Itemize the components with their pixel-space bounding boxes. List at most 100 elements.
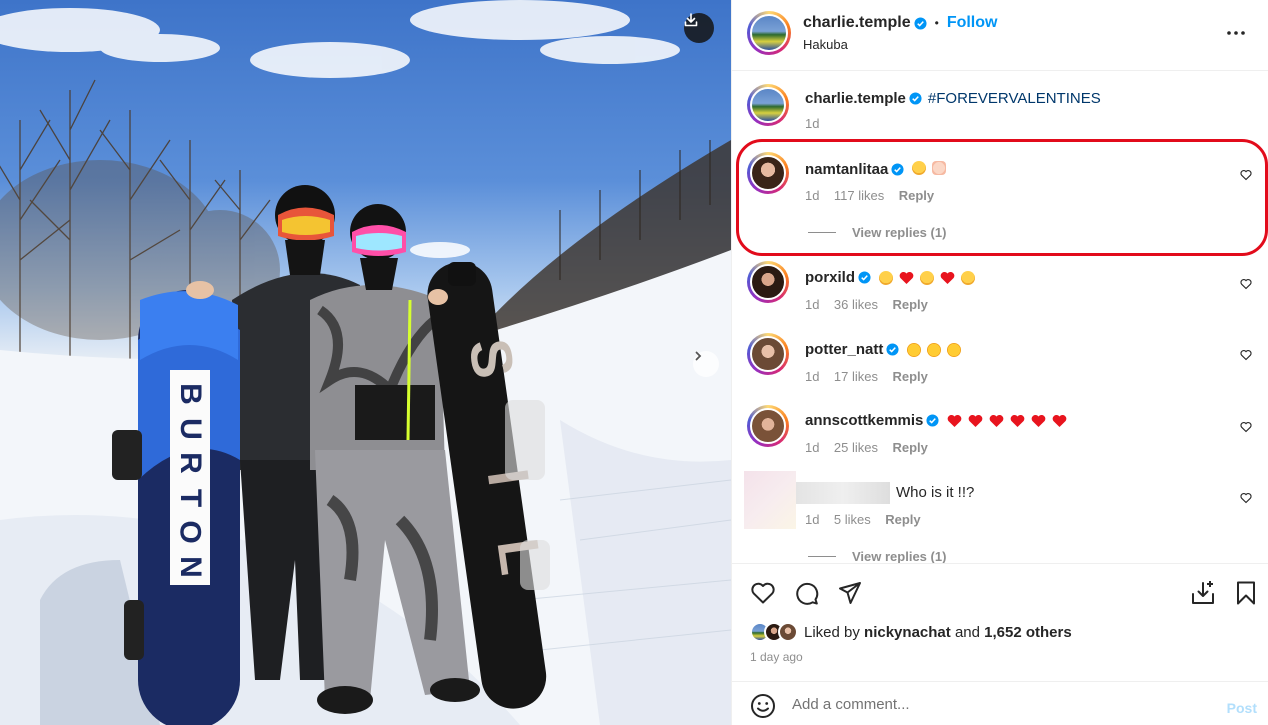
caption-time: 1d [805, 116, 820, 131]
post-comment-button[interactable]: Post [1227, 700, 1257, 716]
post-time-ago: 1 day ago [750, 650, 803, 664]
board-letter: N [173, 556, 207, 578]
chevron-right-icon [695, 351, 702, 361]
verified-badge-icon [926, 414, 939, 427]
comment-time: 1d [805, 369, 820, 384]
caption-author-avatar[interactable] [747, 84, 789, 126]
heart-eyes-emoji [927, 342, 942, 357]
face-emoji [912, 161, 927, 175]
comment-emojis [879, 270, 981, 285]
add-comment-bar: Post [732, 681, 1268, 725]
heart-emoji [899, 271, 914, 284]
snow-scene-image: S I L [0, 0, 731, 725]
face-emoji [920, 270, 935, 285]
comment-likes[interactable]: 25 likes [834, 440, 878, 455]
post-actions: Liked by nickynachat and 1,652 others 1 … [732, 563, 1268, 681]
heart-emoji [1053, 414, 1067, 427]
like-comment-icon[interactable] [1240, 421, 1252, 433]
follow-button[interactable]: Follow [947, 14, 998, 32]
author-avatar[interactable] [747, 11, 791, 55]
liker-avatars [750, 622, 798, 642]
heart-eyes-emoji [907, 342, 922, 357]
comment-text: Who is it !!? [896, 484, 975, 501]
like-comment-icon[interactable] [1240, 492, 1252, 504]
download-button[interactable] [684, 13, 714, 43]
comment-username[interactable]: annscottkemmis [805, 412, 923, 429]
heart-eyes-emoji [947, 342, 962, 357]
download-icon [684, 13, 698, 27]
blurred-username [796, 482, 890, 504]
comment-input[interactable] [792, 692, 1192, 716]
reply-button[interactable]: Reply [892, 440, 927, 455]
verified-badge-icon [891, 162, 904, 176]
commenter-avatar[interactable] [747, 333, 789, 375]
caption-hashtag[interactable]: #FOREVERVALENTINES [928, 90, 1101, 107]
heart-emoji [948, 414, 962, 427]
blurred-avatar [744, 471, 796, 529]
heart-emoji [1032, 414, 1046, 427]
post-location[interactable]: Hakuba [803, 37, 848, 52]
comment-username[interactable]: porxild [805, 269, 855, 286]
comment-likes[interactable]: 36 likes [834, 297, 878, 312]
reply-button[interactable]: Reply [885, 512, 920, 527]
share-paper-plane-icon[interactable] [837, 580, 863, 606]
comment-username[interactable]: namtanlitaa [805, 161, 888, 178]
avatar [778, 622, 798, 642]
more-options-button[interactable] [1224, 24, 1252, 42]
verified-badge-icon [914, 16, 927, 30]
face-emoji [879, 270, 894, 285]
emoji-picker-icon[interactable] [750, 693, 776, 719]
comment-likes[interactable]: 17 likes [834, 369, 878, 384]
liked-by-user[interactable]: nickynachat [864, 624, 951, 641]
view-replies-button[interactable]: View replies (1) [808, 549, 946, 564]
post-header: charlie.temple • Follow Hakuba [732, 0, 1268, 71]
heart-emoji [1011, 414, 1025, 427]
like-heart-icon[interactable] [750, 580, 776, 606]
comment-time: 1d [805, 297, 820, 312]
liked-by-prefix: Liked by [804, 623, 860, 641]
board-letter: U [173, 417, 207, 440]
board-letter: R [173, 452, 207, 475]
comment-emojis [907, 342, 967, 357]
comment-time: 1d [805, 188, 820, 203]
comment-username[interactable]: potter_natt [805, 341, 883, 358]
reply-button[interactable]: Reply [892, 297, 927, 312]
reply-button[interactable]: Reply [892, 369, 927, 384]
bookmark-icon[interactable] [1234, 580, 1258, 606]
next-photo-button[interactable] [693, 351, 719, 377]
heart-emoji [940, 271, 955, 284]
comment-likes[interactable]: 5 likes [834, 512, 871, 527]
commenter-avatar[interactable] [747, 405, 789, 447]
caption-username[interactable]: charlie.temple [805, 90, 906, 107]
comment-time: 1d [805, 440, 820, 455]
liked-by-middle: and [954, 623, 980, 641]
author-username[interactable]: charlie.temple [803, 14, 911, 32]
face-emoji [961, 270, 976, 285]
post-side-panel: charlie.temple • Follow Hakuba charlie.t… [731, 0, 1268, 725]
board-letter: B [173, 383, 207, 405]
reply-button[interactable]: Reply [899, 188, 934, 203]
verified-badge-icon [858, 271, 871, 284]
more-horizontal-icon [1227, 31, 1245, 35]
board-letter: T [173, 488, 207, 507]
verified-badge-icon [909, 92, 922, 105]
comment-emojis [947, 414, 1073, 428]
board-brand-text: B U R T O N [170, 378, 210, 583]
post-photo[interactable]: S I L B U R T O N [0, 0, 731, 725]
like-comment-icon[interactable] [1240, 278, 1252, 290]
board-letter: O [174, 520, 207, 545]
commenter-avatar[interactable] [747, 152, 789, 194]
liked-by-summary[interactable]: Liked by nickynachat and 1,652 others [750, 622, 1072, 642]
comment-likes[interactable]: 117 likes [834, 188, 884, 203]
comment-time: 1d [805, 512, 820, 527]
comment-bubble-icon[interactable] [794, 580, 820, 606]
heart-emoji [969, 414, 983, 427]
view-replies-button[interactable]: View replies (1) [808, 225, 946, 240]
liked-by-count[interactable]: 1,652 others [984, 624, 1072, 641]
save-to-collection-icon[interactable] [1190, 580, 1216, 606]
like-comment-icon[interactable] [1240, 349, 1252, 361]
commenter-avatar[interactable] [747, 261, 789, 303]
header-separator: • [934, 16, 939, 30]
like-comment-icon[interactable] [1240, 169, 1252, 181]
heart-emoji [990, 414, 1004, 427]
